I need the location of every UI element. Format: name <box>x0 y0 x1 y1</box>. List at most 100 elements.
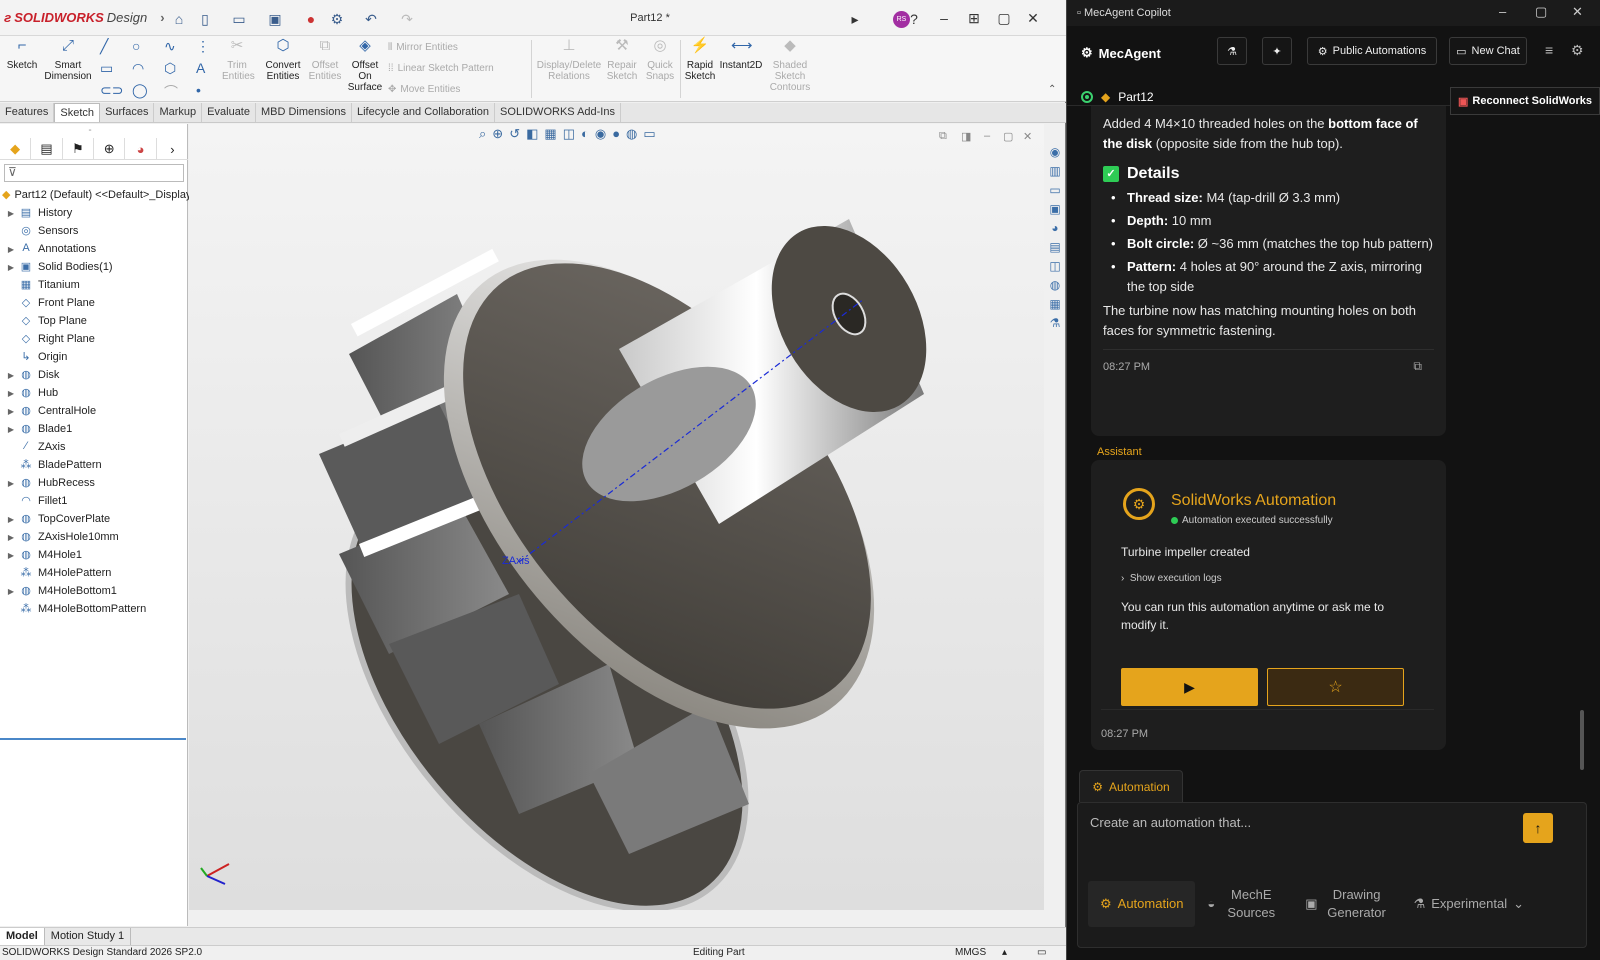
minimize-icon[interactable]: – <box>933 8 955 28</box>
grid-icon[interactable]: ⋮ <box>196 38 210 55</box>
expand-arrow-icon[interactable]: ▶ <box>4 551 18 560</box>
automation-mode-tab[interactable]: ⚙ Automation <box>1079 770 1183 802</box>
mirror-entities-button[interactable]: ⫴ Mirror Entities <box>388 42 458 53</box>
tree-node[interactable]: ◎ Sensors <box>0 222 188 240</box>
expand-arrow-icon[interactable]: ▶ <box>4 209 18 218</box>
settings-gear-icon[interactable]: ⚙ <box>1571 42 1584 59</box>
tab-lifecycle-and-collaboration[interactable]: Lifecycle and Collaboration <box>352 103 496 122</box>
offset-on-surface-button[interactable]: ◈ Offset On Surface <box>345 38 385 93</box>
units-arrow-icon[interactable]: ▴ <box>1002 947 1007 958</box>
configuration-tab-icon[interactable]: ⚑ <box>63 138 95 160</box>
command-prompt-icon[interactable]: ▸ <box>846 10 864 28</box>
shaded-sketch-contours-button[interactable]: ◆ Shaded Sketch Contours <box>768 38 812 93</box>
agent-button[interactable]: ✦ <box>1262 37 1292 65</box>
tree-node[interactable]: ▶ ▣ Solid Bodies(1) <box>0 258 188 276</box>
tree-node[interactable]: ▶ ◍ M4HoleBottom1 <box>0 582 188 600</box>
expand-arrow-icon[interactable]: ▶ <box>4 533 18 542</box>
fillet-sketch-icon[interactable]: ⌒ <box>164 82 178 102</box>
tree-node[interactable]: ▶ ▤ History <box>0 204 188 222</box>
status-units[interactable]: MMGS <box>955 947 986 958</box>
tab-markup[interactable]: Markup <box>154 103 203 122</box>
send-button[interactable]: ↑ <box>1523 813 1553 843</box>
ma-minimize-icon[interactable]: – <box>1499 4 1506 19</box>
tab-mbd-dimensions[interactable]: MBD Dimensions <box>256 103 352 122</box>
expand-arrow-icon[interactable]: ▶ <box>4 389 18 398</box>
lab-button[interactable]: ⚗ <box>1217 37 1247 65</box>
public-automations-button[interactable]: ⚙ Public Automations <box>1307 37 1437 65</box>
custom-properties-icon[interactable]: ▤ <box>1047 240 1063 256</box>
tree-node[interactable]: ◇ Right Plane <box>0 330 188 348</box>
expand-arrow-icon[interactable]: ▶ <box>4 245 18 254</box>
text-icon[interactable]: A <box>196 60 205 76</box>
tree-node[interactable]: ⁂ M4HolePattern <box>0 564 188 582</box>
mode-meche-sources[interactable]: ◒ MechE Sources <box>1195 881 1293 927</box>
filter-field[interactable]: ⊽ <box>4 164 184 182</box>
expand-arrow-icon[interactable]: ▶ <box>4 407 18 416</box>
status-options-icon[interactable]: ▭ <box>1037 947 1046 958</box>
traffic-light-icon[interactable]: ● <box>302 10 320 28</box>
tile-icon[interactable]: ⊞ <box>963 8 985 28</box>
flask-icon[interactable]: ⚗ <box>1047 316 1063 332</box>
tree-node[interactable]: ↳ Origin <box>0 348 188 366</box>
tab-sketch[interactable]: Sketch <box>54 103 101 122</box>
spline-icon[interactable]: ∿ <box>164 38 176 55</box>
tree-root-part[interactable]: ◆ Part12 (Default) <<Default>_Display S <box>0 186 202 204</box>
mode-experimental[interactable]: ⚗ Experimental ⌄ <box>1402 881 1536 927</box>
view-palette-icon[interactable]: ▣ <box>1047 202 1063 218</box>
rapid-sketch-button[interactable]: ⚡ Rapid Sketch <box>682 38 718 82</box>
file-explorer-icon[interactable]: ▭ <box>1047 183 1063 199</box>
property-manager-tab-icon[interactable]: ▤ <box>31 138 63 160</box>
favorite-automation-button[interactable]: ☆ <box>1267 668 1404 706</box>
tree-node[interactable]: ⁂ BladePattern <box>0 456 188 474</box>
tree-node[interactable]: ▶ ◍ HubRecess <box>0 474 188 492</box>
options-gear-icon[interactable]: ⚙ <box>328 10 346 28</box>
more-tabs-icon[interactable]: › <box>157 138 188 160</box>
point-icon[interactable]: • <box>196 82 201 98</box>
display-manager-tab-icon[interactable]: ◕ <box>125 138 157 160</box>
mode-automation[interactable]: ⚙ Automation <box>1088 881 1196 927</box>
chat-thread[interactable]: Added 4 M4×10 threaded holes on the bott… <box>1067 106 1600 778</box>
expand-arrow-icon[interactable]: ▶ <box>4 515 18 524</box>
instant2d-button[interactable]: ⟷ Instant2D <box>718 38 764 71</box>
expand-arrow-icon[interactable]: ▶ <box>4 479 18 488</box>
help-icon[interactable]: ? <box>905 10 923 28</box>
solidworks-add-in-icon[interactable]: ◍ <box>1047 278 1063 294</box>
mode-drawing-generator[interactable]: ▣ Drawing Generator <box>1293 881 1401 927</box>
quick-snaps-button[interactable]: ◎ Quick Snaps <box>644 38 676 82</box>
turbine-impeller-model[interactable]: ZAxis <box>189 124 1044 910</box>
tree-node[interactable]: ▶ ◍ Blade1 <box>0 420 188 438</box>
undo-icon[interactable]: ↶ <box>362 10 380 28</box>
show-logs-toggle[interactable]: › Show execution logs <box>1121 573 1222 584</box>
prompt-input[interactable]: Create an automation that... <box>1090 815 1251 830</box>
repair-sketch-button[interactable]: ⚒ Repair Sketch <box>605 38 639 82</box>
tree-node[interactable]: ◇ Top Plane <box>0 312 188 330</box>
expand-arrow-icon[interactable]: ▶ <box>4 263 18 272</box>
redo-icon[interactable]: ↷ <box>398 10 416 28</box>
appearances-icon[interactable]: ◕ <box>1047 221 1063 237</box>
tree-node[interactable]: ▶ ◍ M4Hole1 <box>0 546 188 564</box>
arc-icon[interactable]: ◠ <box>132 60 144 77</box>
tree-node[interactable]: ▶ ◍ TopCoverPlate <box>0 510 188 528</box>
polygon-icon[interactable]: ⬡ <box>164 60 176 77</box>
tree-node[interactable]: ▶ A Annotations <box>0 240 188 258</box>
slot-icon[interactable]: ⊂⊃ <box>100 82 123 99</box>
ma-maximize-icon[interactable]: ▢ <box>1535 4 1547 20</box>
expand-arrow-icon[interactable]: ▶ <box>4 371 18 380</box>
tree-node[interactable]: ▶ ◍ CentralHole <box>0 402 188 420</box>
new-chat-button[interactable]: ▭ New Chat <box>1449 37 1527 65</box>
motion-study-tab[interactable]: Motion Study 1 <box>45 928 132 945</box>
tree-node[interactable]: ▶ ◍ Hub <box>0 384 188 402</box>
graphics-area[interactable]: ⌕ ⊕ ↺ ◧ ▦ ◫ ◐ ◉ ● ◍ ▭ ⧉ ◨ – ▢ ✕ ZAxis <box>189 124 1044 910</box>
tree-node[interactable]: ⁄ ZAxis <box>0 438 188 456</box>
offset-entities-button[interactable]: ⧉ Offset Entities <box>305 38 345 82</box>
design-library-icon[interactable]: ▥ <box>1047 164 1063 180</box>
linear-pattern-button[interactable]: ⁞⁞ Linear Sketch Pattern <box>388 63 494 74</box>
open-file-icon[interactable]: ▭ <box>230 10 248 28</box>
close-icon[interactable]: ✕ <box>1022 8 1044 28</box>
ma-close-icon[interactable]: ✕ <box>1572 4 1583 20</box>
tab-surfaces[interactable]: Surfaces <box>100 103 155 122</box>
tab-evaluate[interactable]: Evaluate <box>202 103 256 122</box>
tree-node[interactable]: ◠ Fillet1 <box>0 492 188 510</box>
solidworks-resources-icon[interactable]: ◉ <box>1047 145 1063 161</box>
line-icon[interactable]: ╱ <box>100 38 108 55</box>
